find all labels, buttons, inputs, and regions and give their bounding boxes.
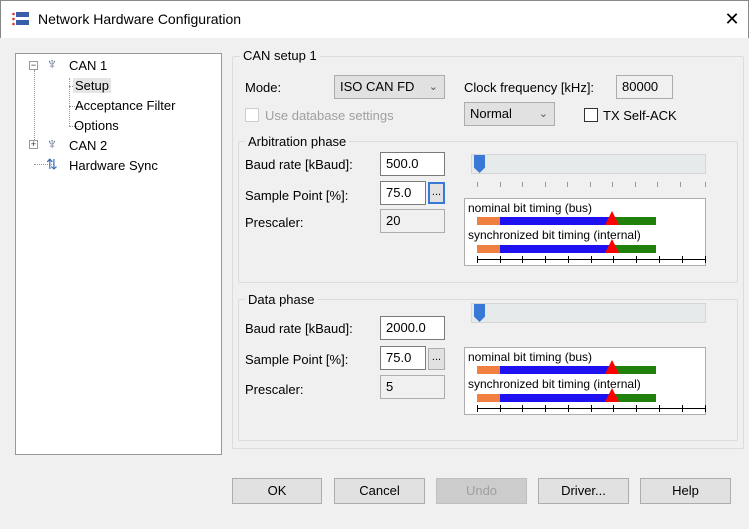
tree-item-hardware-sync[interactable]: Hardware Sync (69, 158, 158, 173)
chevron-down-icon: ⌄ (428, 81, 438, 93)
bit-timing-axis (477, 405, 706, 412)
nominal-bit-timing-bar (477, 211, 656, 225)
mode-label: Mode: (245, 80, 282, 95)
cancel-button[interactable]: Cancel (334, 478, 425, 504)
arbitration-prescaler-field: 20 (380, 209, 445, 233)
sync-icon: ⇅ (46, 156, 58, 172)
undo-button[interactable]: Undo (436, 478, 527, 504)
close-icon[interactable]: ✕ (718, 6, 746, 32)
data-sample-point-field[interactable]: 75.0 (380, 346, 426, 370)
navigation-tree[interactable]: − + ♆ CAN 1 Setup Acceptance Filter Opti… (15, 53, 222, 455)
bit-timing-axis (477, 256, 706, 263)
expand-can2-toggle[interactable]: + (29, 140, 38, 149)
help-button[interactable]: Help (640, 478, 731, 504)
arbitration-bit-timing-display: nominal bit timing (bus) synchronized bi… (464, 198, 706, 266)
slider-thumb[interactable] (474, 304, 485, 322)
data-bit-timing-display: nominal bit timing (bus) synchronized bi… (464, 347, 706, 415)
tree-item-acceptance-filter[interactable]: Acceptance Filter (75, 98, 175, 113)
tree-item-can2[interactable]: CAN 2 (69, 138, 107, 153)
baud-rate-label: Baud rate [kBaud]: (245, 321, 353, 336)
arbitration-sample-point-more-button[interactable]: ... (428, 182, 445, 204)
chevron-down-icon: ⌄ (538, 108, 548, 120)
tree-item-can1[interactable]: CAN 1 (69, 58, 107, 73)
ok-button[interactable]: OK (232, 478, 322, 504)
network-config-icon (12, 11, 30, 27)
can-connector-icon: ♆ (46, 136, 58, 153)
window-title: Network Hardware Configuration (38, 11, 242, 27)
tx-self-ack-label: TX Self-ACK (603, 108, 677, 123)
nominal-bit-timing-bar (477, 360, 656, 374)
data-baud-rate-field[interactable]: 2000.0 (380, 316, 445, 340)
synchronized-bit-timing-label: synchronized bit timing (internal) (468, 228, 641, 242)
mode-value: ISO CAN FD (340, 79, 415, 94)
arbitration-sample-point-field[interactable]: 75.0 (380, 181, 426, 205)
prescaler-label: Prescaler: (245, 382, 304, 397)
nominal-bit-timing-label: nominal bit timing (bus) (468, 201, 593, 215)
arbitration-phase-title: Arbitration phase (245, 134, 350, 149)
data-prescaler-field: 5 (380, 375, 445, 399)
operation-mode-value: Normal (470, 106, 512, 121)
operation-mode-select[interactable]: Normal ⌄ (464, 102, 555, 126)
arbitration-baud-slider[interactable] (471, 154, 706, 174)
slider-thumb[interactable] (474, 155, 485, 173)
tree-item-setup[interactable]: Setup (73, 78, 111, 93)
collapse-can1-toggle[interactable]: − (29, 61, 38, 70)
tx-self-ack-checkbox[interactable] (584, 108, 598, 122)
clock-frequency-field[interactable]: 80000 (616, 75, 673, 99)
synchronized-bit-timing-bar (477, 239, 656, 253)
synchronized-bit-timing-label: synchronized bit timing (internal) (468, 377, 641, 391)
baud-rate-label: Baud rate [kBaud]: (245, 157, 353, 172)
nominal-bit-timing-label: nominal bit timing (bus) (468, 350, 593, 364)
prescaler-label: Prescaler: (245, 215, 304, 230)
use-database-label: Use database settings (265, 108, 394, 123)
data-sample-point-more-button[interactable]: ... (428, 348, 445, 370)
mode-select[interactable]: ISO CAN FD ⌄ (334, 75, 445, 99)
data-phase-title: Data phase (245, 292, 318, 307)
data-baud-slider[interactable] (471, 303, 706, 323)
clock-frequency-label: Clock frequency [kHz]: (464, 80, 595, 95)
can-connector-icon: ♆ (46, 56, 58, 73)
synchronized-bit-timing-bar (477, 388, 656, 402)
use-database-checkbox[interactable] (245, 108, 259, 122)
arbitration-baud-rate-field[interactable]: 500.0 (380, 152, 445, 176)
sample-point-label: Sample Point [%]: (245, 352, 349, 367)
tree-item-options[interactable]: Options (74, 118, 119, 133)
sample-point-label: Sample Point [%]: (245, 188, 349, 203)
can-setup-title: CAN setup 1 (240, 48, 320, 63)
driver-button[interactable]: Driver... (538, 478, 629, 504)
slider-ticks (477, 182, 707, 188)
